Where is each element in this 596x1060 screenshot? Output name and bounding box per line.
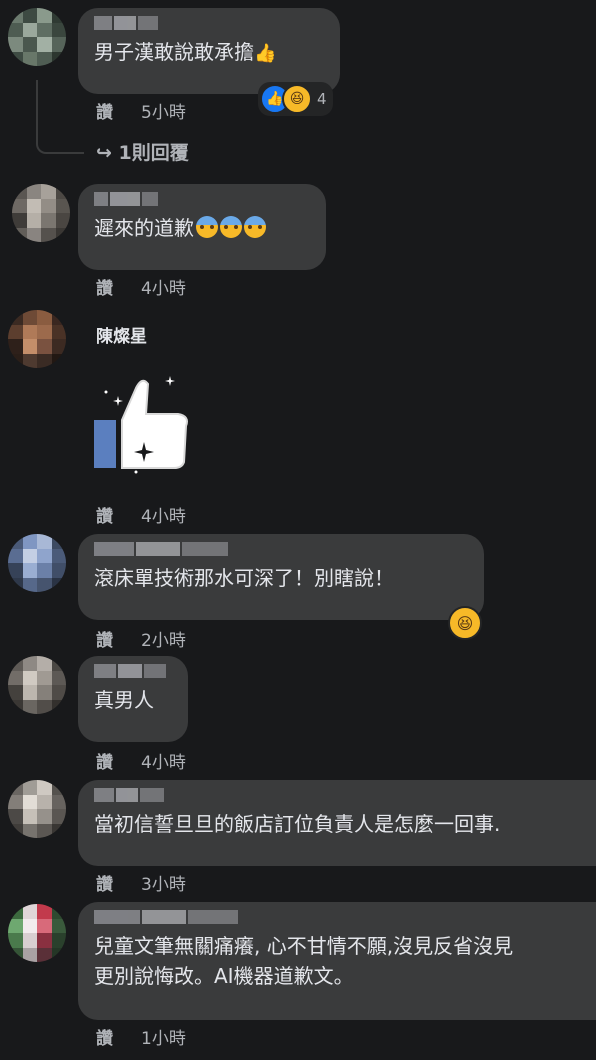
sparkle-icon (113, 396, 123, 406)
avatar[interactable] (12, 184, 70, 242)
anxious-face-emoji (196, 216, 218, 238)
anxious-face-emoji (220, 216, 242, 238)
view-replies-link[interactable]: ↪ 1則回覆 (96, 138, 189, 165)
blurred-author-name (94, 664, 174, 678)
reply-thread-line (36, 80, 84, 154)
timestamp[interactable]: 1小時 (141, 1024, 186, 1049)
comment-meta: 讚 1小時 (96, 1024, 186, 1049)
like-link[interactable]: 讚 (96, 274, 113, 299)
like-link[interactable]: 讚 (96, 626, 113, 651)
like-link[interactable]: 讚 (96, 1024, 113, 1049)
comment-meta: 讚 5小時 (96, 98, 186, 123)
comment-bubble[interactable]: 真男人 (78, 656, 188, 742)
comment-bubble[interactable]: 滾床單技術那水可深了！別瞎說！ (78, 534, 484, 620)
like-link[interactable]: 讚 (96, 870, 113, 895)
thumbs-up-emoji: 👍 (254, 43, 277, 64)
timestamp[interactable]: 5小時 (141, 98, 186, 123)
blurred-author-name (94, 910, 582, 924)
timestamp[interactable]: 4小時 (141, 274, 186, 299)
blurred-author-name (94, 542, 470, 556)
timestamp[interactable]: 4小時 (141, 748, 186, 773)
timestamp[interactable]: 2小時 (141, 626, 186, 651)
haha-reaction-icon: 😆 (282, 84, 312, 114)
comment-text: 滾床單技術那水可深了！別瞎說！ (94, 566, 394, 590)
avatar[interactable] (8, 904, 66, 962)
timestamp[interactable]: 4小時 (141, 502, 186, 527)
avatar[interactable] (8, 780, 66, 838)
anxious-face-emoji (244, 216, 266, 238)
avatar[interactable] (8, 534, 66, 592)
comment-7: 兒童文筆無關痛癢, 心不甘情不願,沒見反省沒見 更別說悔改。AI機器道歉文。 讚… (0, 900, 596, 1060)
sparkle-dot (134, 470, 138, 474)
author-name[interactable]: 陳燦星 (96, 322, 147, 347)
comment-bubble[interactable]: 兒童文筆無關痛癢, 心不甘情不願,沒見反省沒見 更別說悔改。AI機器道歉文。 (78, 902, 596, 1020)
avatar[interactable] (8, 310, 66, 368)
comment-5: 真男人 讚 4小時 (0, 652, 596, 773)
avatar[interactable] (8, 656, 66, 714)
comment-3: 陳燦星 讚 4小時 (0, 300, 596, 530)
haha-reaction-icon[interactable]: 😆 (448, 606, 482, 640)
comment-bubble[interactable]: 遲來的道歉 (78, 184, 326, 270)
comment-text-line-1: 兒童文筆無關痛癢, 心不甘情不願,沒見反省沒見 (94, 934, 514, 958)
comment-6: 當初信誓旦旦的飯店訂位負責人是怎麼一回事. 讚 3小時 (0, 776, 596, 900)
comment-bubble[interactable]: 當初信誓旦旦的飯店訂位負責人是怎麼一回事. (78, 780, 596, 866)
like-link[interactable]: 讚 (96, 502, 113, 527)
comment-text: 當初信誓旦旦的飯店訂位負責人是怎麼一回事. (94, 812, 501, 836)
comment-meta: 讚 4小時 (96, 748, 186, 773)
sparkle-icon (165, 376, 175, 386)
like-link[interactable]: 讚 (96, 748, 113, 773)
thumbs-up-sparkle-sticker[interactable] (88, 368, 198, 478)
comment-2: 遲來的道歉 讚 4小時 (0, 180, 596, 300)
comment-meta: 讚 3小時 (96, 870, 186, 895)
timestamp[interactable]: 3小時 (141, 870, 186, 895)
replies-label: 1則回覆 (118, 142, 189, 164)
comment-meta: 讚 2小時 (96, 626, 186, 651)
comment-4: 滾床單技術那水可深了！別瞎說！ 😆 讚 2小時 (0, 530, 596, 651)
comment-meta: 讚 4小時 (96, 502, 186, 527)
blurred-author-name (94, 192, 312, 206)
comment-text: 真男人 (94, 688, 154, 712)
comment-meta: 讚 4小時 (96, 274, 186, 299)
sticker-hand (121, 379, 188, 469)
sparkle-dot (104, 390, 108, 394)
comment-text: 男子漢敢說敢承擔 (94, 40, 254, 64)
comment-1: 男子漢敢說敢承擔👍 👍 😆 4 讚 5小時 ↪ 1則回覆 (0, 0, 596, 170)
avatar[interactable] (8, 8, 66, 66)
comment-text: 遲來的道歉 (94, 216, 194, 240)
comment-text-line-2: 更別說悔改。AI機器道歉文。 (94, 964, 354, 988)
blurred-author-name (94, 16, 326, 30)
reaction-count: 4 (317, 90, 327, 108)
sticker-cuff (94, 420, 116, 468)
reply-arrow-icon: ↪ (96, 142, 112, 164)
like-link[interactable]: 讚 (96, 98, 113, 123)
blurred-author-name (94, 788, 582, 802)
reaction-summary[interactable]: 👍 😆 4 (258, 82, 333, 116)
